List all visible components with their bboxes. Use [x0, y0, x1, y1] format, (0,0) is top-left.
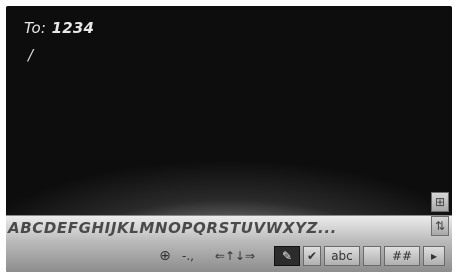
cursor-arrows-button[interactable]: ⇐↑↓⇒ — [204, 246, 266, 266]
shift-arrows-icon: ⇐↑↓⇒ — [214, 249, 256, 263]
globe-button[interactable]: ⊕ — [156, 246, 174, 266]
alphabet-letters[interactable]: ABCDEFGHIJKLMNOPQRSTUVWXYZ... — [8, 219, 337, 237]
grid-icon: ⊞ — [434, 195, 446, 209]
next-button[interactable]: ▸ — [423, 246, 445, 266]
punctuation-button[interactable]: -., — [176, 246, 200, 266]
recipient-line[interactable]: To: 1234 — [24, 19, 94, 37]
abc-button[interactable]: abc — [324, 246, 360, 266]
abc-label: abc — [331, 249, 353, 263]
punctuation-label: -., — [182, 249, 194, 263]
alphabet-bar[interactable]: ABCDEFGHIJKLMNOPQRSTUVWXYZ... — [6, 215, 452, 241]
edit-icon: ✎ — [281, 249, 293, 263]
control-bar: ⊕ -., ⇐↑↓⇒ ✎ ✔ abc ## ▸ — [6, 240, 452, 272]
arrow-right-icon: ▸ — [430, 249, 438, 263]
to-label: To: — [24, 19, 47, 37]
edit-button[interactable]: ✎ — [274, 246, 300, 266]
globe-icon: ⊕ — [159, 248, 171, 264]
numeric-button[interactable]: ## — [384, 246, 420, 266]
blank-key-button[interactable] — [363, 246, 381, 266]
check-icon: ✔ — [306, 249, 318, 263]
text-cursor: / — [28, 46, 34, 64]
recipient-number: 1234 — [51, 19, 95, 37]
more-letters[interactable]: ... — [318, 219, 337, 237]
letters[interactable]: ABCDEFGHIJKLMNOPQRSTUVWXYZ — [8, 219, 318, 237]
grid-button[interactable]: ⊞ — [431, 192, 449, 212]
screen: To: 1234 / ⊞ ABCDEFGHIJKLMNOPQRSTUVWXYZ.… — [6, 6, 452, 272]
numeric-icon: ## — [391, 249, 413, 263]
confirm-button[interactable]: ✔ — [303, 246, 321, 266]
case-toggle-icon: ⇅ — [434, 219, 446, 233]
case-toggle-button[interactable]: ⇅ — [431, 216, 449, 236]
